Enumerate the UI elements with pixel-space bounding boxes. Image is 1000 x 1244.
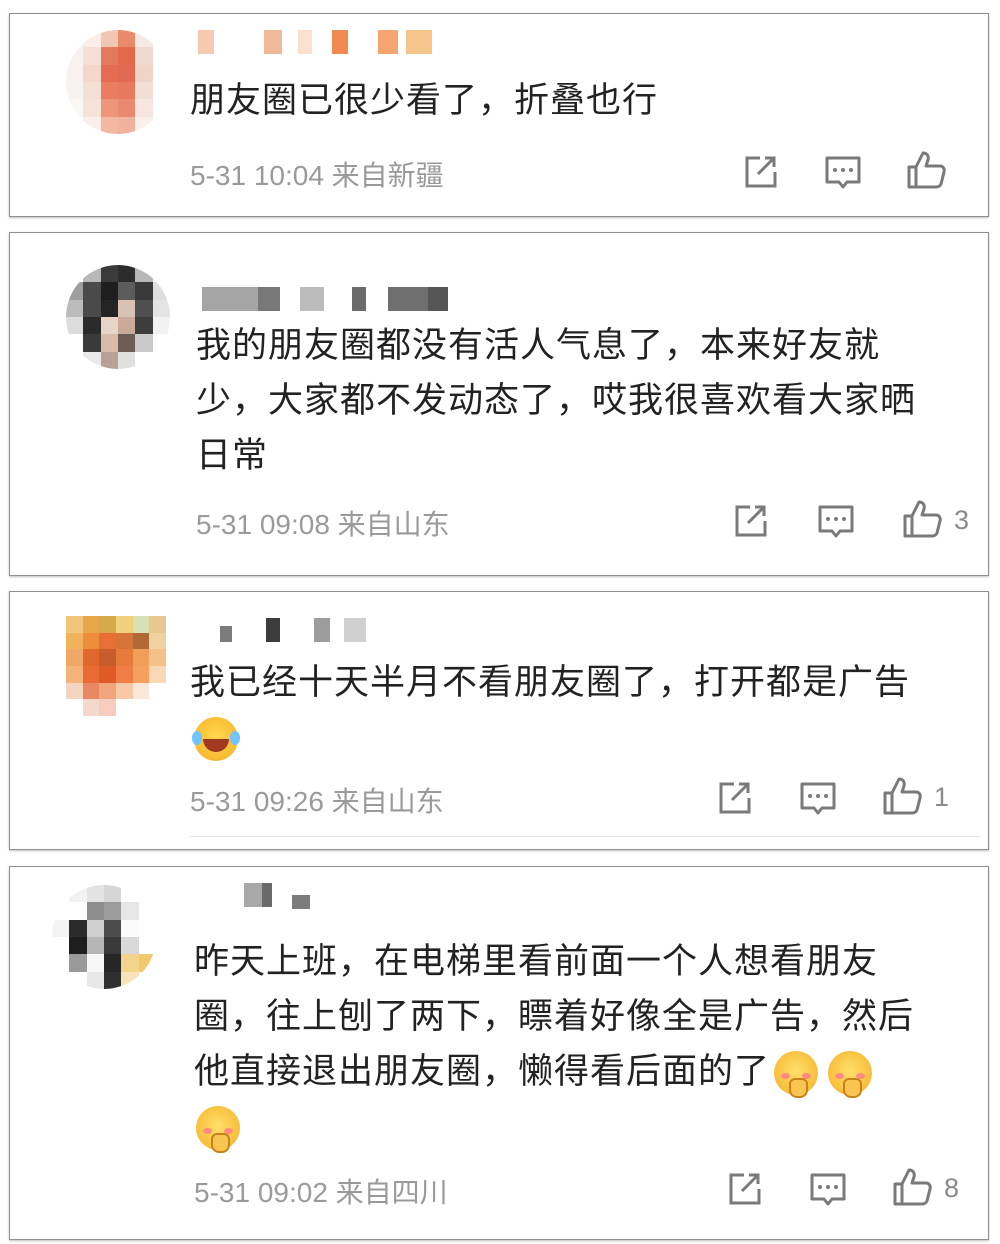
comment-text-line: 昨天上班，在电梯里看前面一个人想看朋友 — [194, 942, 879, 982]
comment-location: 来自新疆 — [331, 160, 444, 191]
username-blurred[interactable] — [192, 30, 452, 54]
comment-date: 5-31 09:26 — [190, 786, 324, 817]
comment-date: 5-31 10:04 — [190, 160, 324, 191]
thumbs-up-icon[interactable] — [880, 774, 924, 818]
avatar[interactable] — [66, 30, 170, 134]
comment-location: 来自四川 — [335, 1177, 448, 1208]
comment-date: 5-31 09:08 — [196, 509, 330, 540]
username-blurred[interactable] — [202, 287, 472, 311]
comment-text: 朋友圈已很少看了，折叠也行 — [190, 81, 659, 121]
comment-date: 5-31 09:02 — [194, 1177, 328, 1208]
thumbs-up-icon[interactable] — [904, 148, 948, 192]
shy-face-emoji — [774, 1051, 819, 1098]
shy-face-emoji — [196, 1106, 240, 1153]
comment-card: 朋友圈已很少看了，折叠也行 5-31 10:04 来自新疆 — [9, 13, 989, 217]
like-count: 8 — [944, 1173, 960, 1203]
comment-icon[interactable] — [821, 150, 865, 194]
comment-icon[interactable] — [814, 499, 858, 543]
share-icon[interactable] — [712, 776, 756, 820]
divider — [190, 836, 980, 837]
comment-text-line: 我的朋友圈都没有活人气息了，本来好友就 — [196, 326, 881, 366]
comment-location: 来自山东 — [331, 786, 444, 817]
comment-text-line: 少，大家都不发动态了，哎我很喜欢看大家晒 — [196, 381, 917, 421]
comment-meta: 5-31 09:02 来自四川 — [194, 1171, 448, 1211]
share-icon[interactable] — [728, 499, 772, 543]
avatar[interactable] — [66, 265, 170, 369]
share-icon[interactable] — [738, 150, 782, 194]
comment-icon[interactable] — [796, 776, 840, 820]
like-count: 1 — [934, 782, 950, 812]
laughing-crying-emoji — [192, 717, 238, 761]
share-icon[interactable] — [722, 1167, 766, 1211]
comment-text: 昨天上班，在电梯里看前面一个人想看朋友 圈，往上刨了两下，瞟着好像全是广告，然后… — [194, 935, 984, 1155]
thumbs-up-icon[interactable] — [900, 497, 944, 541]
comment-text-line: 日常 — [196, 436, 269, 476]
comment-text: 我的朋友圈都没有活人气息了，本来好友就 少，大家都不发动态了，哎我很喜欢看大家晒… — [196, 319, 986, 484]
like-count: 3 — [954, 505, 970, 535]
username-blurred[interactable] — [210, 618, 390, 642]
comment-location: 来自山东 — [337, 509, 450, 540]
avatar[interactable] — [66, 616, 166, 716]
comment-meta: 5-31 10:04 来自新疆 — [190, 154, 444, 194]
comment-card: 我已经十天半月不看朋友圈了，打开都是广告 5-31 09:26 来自山东 1 — [9, 591, 989, 850]
shy-face-emoji — [828, 1051, 873, 1098]
comment-meta: 5-31 09:26 来自山东 — [190, 780, 444, 820]
comment-meta: 5-31 09:08 来自山东 — [196, 503, 450, 543]
comment-text-line: 我已经十天半月不看朋友圈了，打开都是广告 — [190, 663, 911, 703]
comment-card: 昨天上班，在电梯里看前面一个人想看朋友 圈，往上刨了两下，瞟着好像全是广告，然后… — [9, 866, 989, 1240]
comment-icon[interactable] — [806, 1167, 850, 1211]
username-blurred[interactable] — [232, 883, 352, 909]
comment-text-line: 他直接退出朋友圈，懒得看后面的了 — [194, 1052, 771, 1092]
thumbs-up-icon[interactable] — [890, 1165, 934, 1209]
comment-text-line: 圈，往上刨了两下，瞟着好像全是广告，然后 — [194, 997, 915, 1037]
comment-card: 我的朋友圈都没有活人气息了，本来好友就 少，大家都不发动态了，哎我很喜欢看大家晒… — [9, 232, 989, 576]
avatar[interactable] — [52, 885, 156, 989]
comment-text: 我已经十天半月不看朋友圈了，打开都是广告 — [190, 656, 980, 766]
